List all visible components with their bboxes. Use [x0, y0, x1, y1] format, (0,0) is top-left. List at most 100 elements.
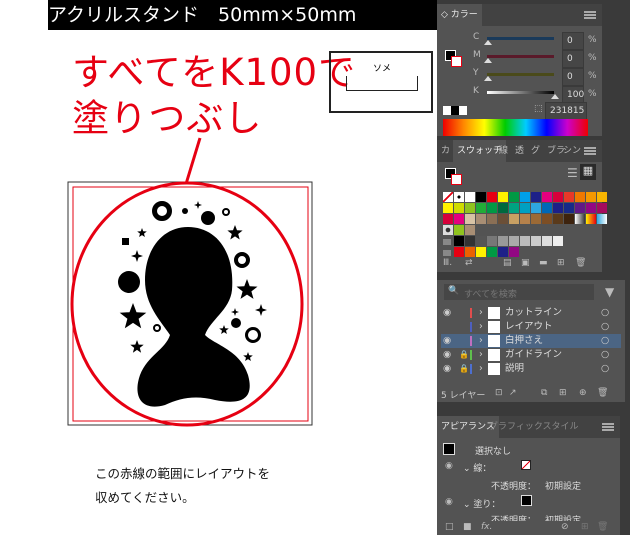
layer-row[interactable]: ◉ 🔒 › 説明 ○: [441, 362, 621, 376]
layer-row[interactable]: ◉ 🔒 › ガイドライン ○: [441, 348, 621, 362]
swatch[interactable]: [498, 236, 508, 246]
swatch[interactable]: [465, 192, 475, 202]
sublayer-icon[interactable]: ⧉: [541, 388, 547, 398]
swatch[interactable]: [553, 236, 563, 246]
eye-icon[interactable]: ◉: [443, 306, 451, 320]
panel-menu-icon[interactable]: [602, 423, 614, 431]
slider-thumb[interactable]: [484, 76, 492, 81]
channel-slider[interactable]: [487, 73, 554, 76]
swatch[interactable]: [443, 214, 453, 224]
swatch[interactable]: [575, 203, 585, 213]
swatch[interactable]: [553, 214, 563, 224]
swatch[interactable]: [542, 236, 552, 246]
swatch[interactable]: [520, 214, 530, 224]
eye-icon[interactable]: ◉: [443, 334, 451, 348]
fill-swatch[interactable]: [521, 495, 532, 506]
tab-3[interactable]: 透: [511, 140, 528, 162]
swatch[interactable]: [476, 192, 486, 202]
duplicate-item-icon[interactable]: ⊞: [581, 522, 589, 532]
swatch[interactable]: [498, 203, 508, 213]
channel-slider[interactable]: [487, 91, 554, 94]
channel-value-field[interactable]: 0: [562, 50, 584, 68]
eye-icon[interactable]: ◉: [445, 461, 453, 471]
lock-icon[interactable]: 🔒: [459, 348, 469, 362]
swatch[interactable]: [487, 203, 497, 213]
layer-name[interactable]: レイアウト: [505, 320, 553, 334]
stroke-swatch[interactable]: [451, 174, 462, 185]
eye-icon[interactable]: ◉: [443, 348, 451, 362]
swatch[interactable]: [509, 214, 519, 224]
expand-chevron-icon[interactable]: ›: [479, 362, 483, 376]
layer-name[interactable]: 白押さえ: [505, 334, 543, 348]
fx-icon[interactable]: fx.: [481, 522, 492, 532]
swatch[interactable]: [575, 192, 585, 202]
new-sublayer-icon[interactable]: ⊞: [559, 388, 567, 398]
swatch[interactable]: [476, 203, 486, 213]
slider-thumb[interactable]: [484, 40, 492, 45]
swatch[interactable]: [454, 214, 464, 224]
swatch[interactable]: [465, 214, 475, 224]
slider-thumb[interactable]: [484, 58, 492, 63]
delete-swatch-icon[interactable]: 🗑: [575, 258, 586, 268]
swatch[interactable]: [509, 236, 519, 246]
new-layer-icon[interactable]: ⊕: [579, 388, 587, 398]
swatch[interactable]: [465, 247, 475, 257]
target-circle-icon[interactable]: ○: [601, 334, 609, 348]
swatch[interactable]: [520, 192, 530, 202]
expand-chevron-icon[interactable]: ›: [479, 334, 483, 348]
swatch[interactable]: [564, 214, 574, 224]
panel-menu-icon[interactable]: [584, 147, 596, 155]
target-circle-icon[interactable]: ○: [601, 306, 609, 320]
swatch[interactable]: [443, 192, 453, 202]
swatch[interactable]: [542, 214, 552, 224]
swatch[interactable]: [443, 225, 453, 235]
swatch[interactable]: [531, 236, 541, 246]
stroke-swatch[interactable]: [521, 460, 531, 470]
eye-icon[interactable]: ◉: [445, 497, 453, 507]
swatch[interactable]: [443, 203, 453, 213]
layer-search[interactable]: 🔍 すべてを検索: [444, 284, 594, 300]
hex-field[interactable]: 231815: [545, 102, 587, 120]
fill-row-label[interactable]: ⌄ 塗り：: [463, 497, 500, 510]
delete-item-icon[interactable]: 🗑: [597, 522, 608, 532]
add-stroke-icon[interactable]: □: [445, 522, 454, 532]
slider-thumb[interactable]: [551, 94, 559, 99]
swatch[interactable]: [465, 236, 475, 246]
swatch-kind-icon[interactable]: ▤: [503, 258, 512, 268]
swatch[interactable]: [553, 192, 563, 202]
new-swatch-icon[interactable]: ⊞: [557, 258, 565, 268]
swatch[interactable]: [586, 192, 596, 202]
swatch[interactable]: [586, 203, 596, 213]
swatch[interactable]: [487, 192, 497, 202]
swatch[interactable]: [498, 247, 508, 257]
swatch[interactable]: [454, 203, 464, 213]
add-to-library-icon[interactable]: ⇄: [465, 258, 473, 268]
tab-6[interactable]: シン: [559, 140, 585, 162]
swatch[interactable]: [498, 192, 508, 202]
channel-value-field[interactable]: 0: [562, 68, 584, 86]
swatch[interactable]: [476, 214, 486, 224]
clear-appearance-icon[interactable]: ⊘: [561, 522, 569, 532]
swatch[interactable]: [575, 214, 585, 224]
none-black-white-swatches[interactable]: [443, 106, 467, 115]
channel-slider[interactable]: [487, 55, 554, 58]
swatch[interactable]: [465, 203, 475, 213]
swatch-options-icon[interactable]: ▣: [521, 258, 530, 268]
channel-slider[interactable]: [487, 37, 554, 40]
collect-export-icon[interactable]: ⊡: [495, 388, 503, 398]
expand-chevron-icon[interactable]: ›: [479, 320, 483, 334]
target-circle-icon[interactable]: ○: [601, 348, 609, 362]
swatch[interactable]: [487, 247, 497, 257]
tab-graphic-styles[interactable]: グラフィックスタイル: [485, 416, 583, 438]
swatch[interactable]: [597, 214, 607, 224]
swatch[interactable]: [454, 236, 464, 246]
color-spectrum[interactable]: [443, 119, 588, 136]
folder-icon[interactable]: [443, 239, 451, 245]
swatch[interactable]: [542, 203, 552, 213]
lock-icon[interactable]: 🔒: [459, 362, 469, 376]
swatch-library-icon[interactable]: Ⅲ.: [443, 258, 452, 268]
new-group-icon[interactable]: ▬: [539, 258, 548, 268]
swatch[interactable]: [553, 203, 563, 213]
swatch[interactable]: [487, 214, 497, 224]
swatch[interactable]: [564, 192, 574, 202]
